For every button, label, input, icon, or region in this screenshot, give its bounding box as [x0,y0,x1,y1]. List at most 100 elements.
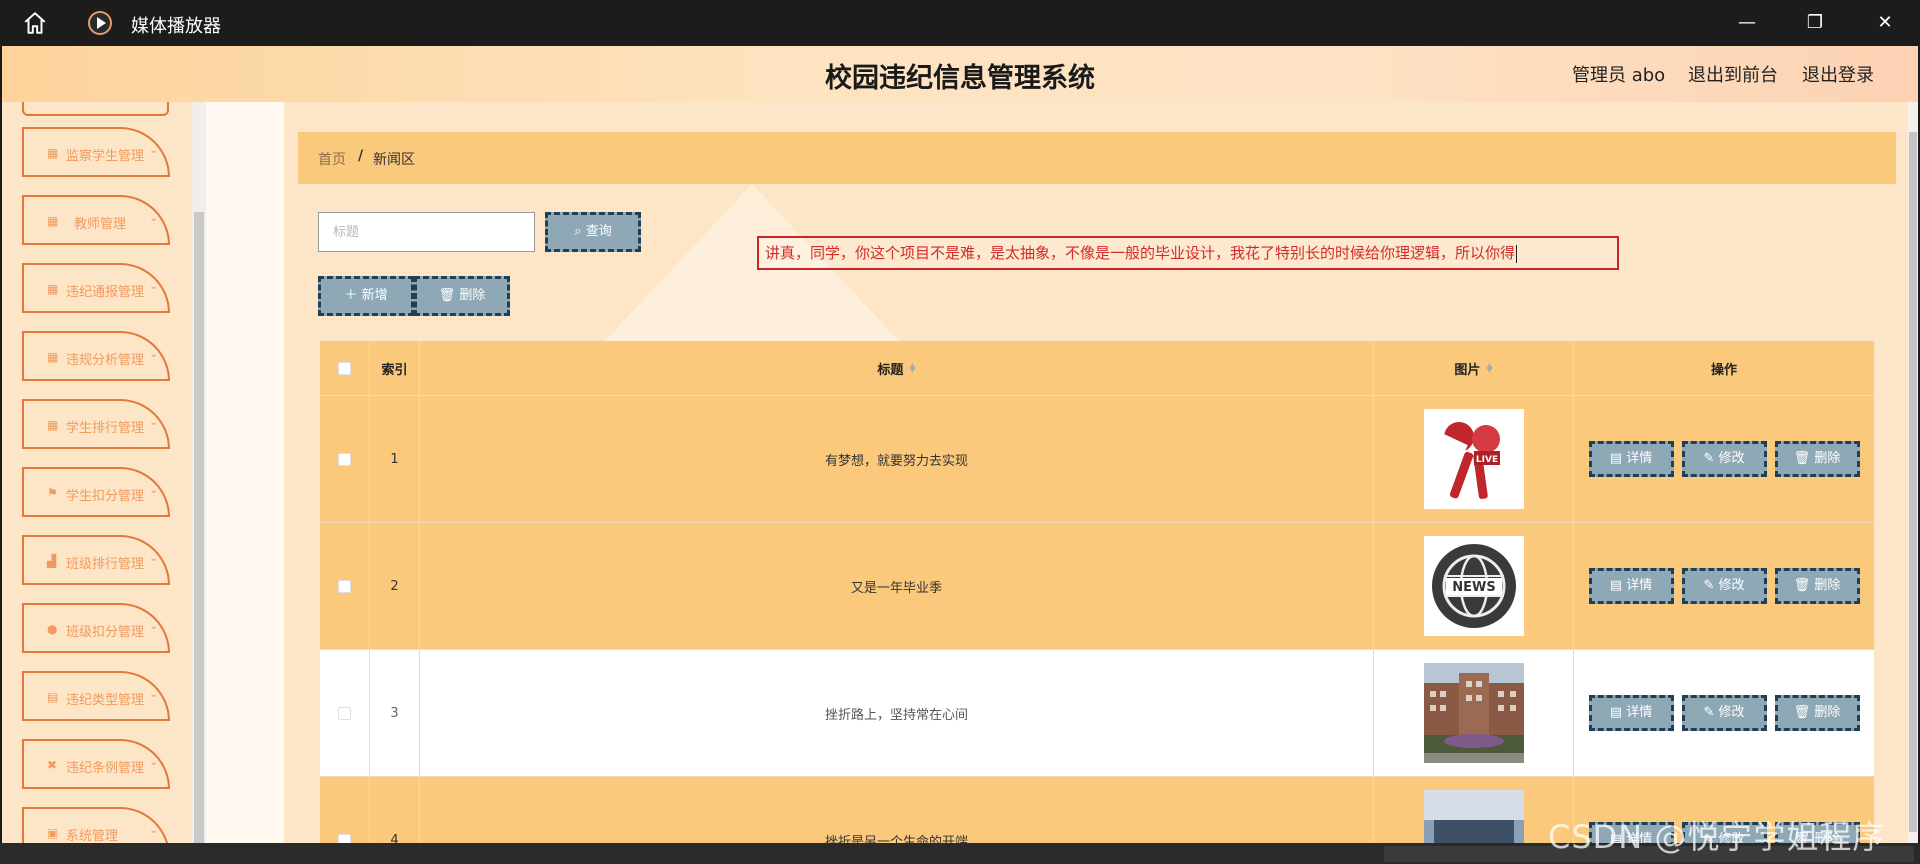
edit-button-label: 修改 [1718,578,1745,593]
row-title-cell: 又是一年毕业季 [420,523,1374,649]
edit-button[interactable]: ✎ 修改 [1681,695,1767,731]
detail-button-label: 详情 [1626,705,1653,720]
sidebar-item-violation-notices[interactable]: ▦ 违纪通报管理 ⌄ [22,263,170,313]
page-scrollbar-thumb[interactable] [1909,132,1917,832]
detail-button[interactable]: ▤ 详情 [1588,441,1674,477]
breadcrumb: 首页 / 新闻区 [298,132,1896,184]
header-image[interactable]: 图片 ▲ ▼ [1374,341,1574,395]
delete-button[interactable]: 🗑 删除 [1774,695,1860,731]
sidebar-item-teachers[interactable]: ▦ 教师管理 ⌄ [22,195,170,245]
location-icon: ● [47,622,58,636]
row-index-cell: 4 [370,777,420,843]
row-index: 4 [390,832,399,844]
detail-button[interactable]: ▤ 详情 [1588,695,1674,731]
news-thumbnail-live-mics[interactable]: LIVE [1423,409,1524,509]
row-image-cell [1374,777,1574,843]
breadcrumb-home-link[interactable]: 首页 [318,149,346,169]
sidebar-item-violation-analysis[interactable]: ▦ 违规分析管理 ⌄ [22,331,170,381]
delete-button-label: 删除 [1814,578,1841,593]
svg-text:NEWS: NEWS [1452,580,1495,595]
row-image-cell [1374,650,1574,776]
watermark-text: CSDN @悦宁学姐程序 [1548,818,1886,856]
chevron-down-icon: ⌄ [149,483,159,496]
grid-icon: ▦ [47,418,59,432]
row-index: 2 [390,578,399,594]
sidebar-item-partial[interactable] [22,102,169,116]
sidebar-item-student-deductions[interactable]: ⚑ 学生扣分管理 ⌄ [22,467,170,517]
ticket-icon: ✖ [47,758,58,772]
annotation-textbox[interactable]: 讲真，同学，你这个项目不是难，是太抽象，不像是一般的毕业设计，我花了特别长的时候… [757,236,1619,270]
row-select-cell [320,777,370,843]
chevron-down-icon: ⌄ [149,687,159,700]
header-ops: 操作 [1574,341,1874,395]
breadcrumb-separator: / [358,148,364,164]
chevron-down-icon: ⌄ [149,415,159,428]
restore-button[interactable]: ❐ [1802,10,1828,36]
close-button[interactable]: ✕ [1872,10,1898,36]
sidebar-scrollbar-thumb[interactable] [194,212,204,843]
row-checkbox[interactable] [338,706,351,720]
row-index: 3 [390,705,399,721]
delete-button[interactable]: 🗑 删除 [1774,441,1860,477]
edit-button-label: 修改 [1718,705,1745,720]
text-caret [1516,244,1518,263]
home-icon[interactable] [22,10,48,36]
web-page: 校园违纪信息管理系统 管理员 abo 退出到前台 退出登录 ▦ 监察学生管理 ⌄… [2,46,1918,843]
news-thumbnail-news-globe[interactable]: NEWS [1423,536,1524,636]
row-checkbox[interactable] [338,452,351,466]
trash-icon: 🗑 [438,288,460,303]
page-scrollbar[interactable] [1908,102,1918,843]
sidebar-item-class-ranking[interactable]: ▟ 班级排行管理 ⌄ [22,535,170,585]
sidebar-item-violation-types[interactable]: ▤ 违纪类型管理 ⌄ [22,671,170,721]
row-index: 1 [390,451,399,467]
detail-button[interactable]: ▤ 详情 [1588,568,1674,604]
detail-button-label: 详情 [1626,451,1653,466]
row-index-cell: 1 [370,396,420,522]
logout-link[interactable]: 退出登录 [1802,61,1874,87]
row-ops-cell: ▤ 详情 ✎ 修改 🗑 删除 [1574,396,1874,522]
sidebar-item-violation-rules[interactable]: ✖ 违纪条例管理 ⌄ [22,739,170,789]
sidebar-item-class-deductions[interactable]: ● 班级扣分管理 ⌄ [22,603,170,653]
exit-to-front-link[interactable]: 退出到前台 [1688,61,1778,87]
edit-button[interactable]: ✎ 修改 [1681,568,1767,604]
news-thumbnail-campus[interactable] [1423,663,1524,763]
header-index: 索引 [370,341,420,395]
sidebar-item-label: 班级扣分管理 [66,625,145,640]
minimize-button[interactable]: — [1734,10,1760,36]
sidebar-item-monitor-students[interactable]: ▦ 监察学生管理 ⌄ [22,127,170,177]
batch-delete-button[interactable]: 🗑 删除 [414,276,510,316]
flag-icon: ⚑ [47,486,58,500]
row-select-cell [320,650,370,776]
query-button-label: 查询 [585,224,612,239]
grid-icon: ▦ [47,214,59,228]
row-title: 又是一年毕业季 [850,580,942,596]
clipboard-icon: ▤ [47,690,59,704]
chevron-down-icon: ⌄ [149,211,159,224]
chevron-down-icon: ⌄ [149,823,159,836]
sidebar-item-student-ranking[interactable]: ▦ 学生排行管理 ⌄ [22,399,170,449]
sort-icon[interactable]: ▲ ▼ [909,362,915,374]
svg-text:LIVE: LIVE [1475,455,1497,465]
search-input[interactable] [318,212,535,252]
table-row: 1 有梦想，就要努力去实现 LIVE ▤ 详情 ✎ 修改 🗑 删除 [320,396,1874,523]
sidebar-item-label: 违纪类型管理 [66,693,145,708]
header-title[interactable]: 标题 ▲ ▼ [420,341,1374,395]
sidebar-item-label: 违规分析管理 [66,353,145,368]
query-button[interactable]: ⌕ 查询 [545,212,641,252]
row-select-cell [320,523,370,649]
header-index-label: 索引 [381,362,408,378]
row-checkbox[interactable] [338,579,351,593]
edit-button[interactable]: ✎ 修改 [1681,441,1767,477]
row-select-cell [320,396,370,522]
plus-icon: ＋ [344,288,362,303]
row-checkbox[interactable] [338,833,351,843]
thumb-up-icon: ▟ [47,554,57,568]
row-ops-cell: ▤ 详情 ✎ 修改 🗑 删除 [1574,650,1874,776]
delete-button[interactable]: 🗑 删除 [1774,568,1860,604]
table-row: 3 挫折路上，坚持常在心间 ▤ 详情 ✎ 修改 🗑 删除 [320,650,1874,777]
header-ops-label: 操作 [1710,362,1737,378]
add-button[interactable]: ＋ 新增 [318,276,414,316]
news-thumbnail-classroom[interactable] [1423,790,1524,843]
sort-icon[interactable]: ▲ ▼ [1486,362,1492,374]
select-all-checkbox[interactable] [338,361,351,375]
